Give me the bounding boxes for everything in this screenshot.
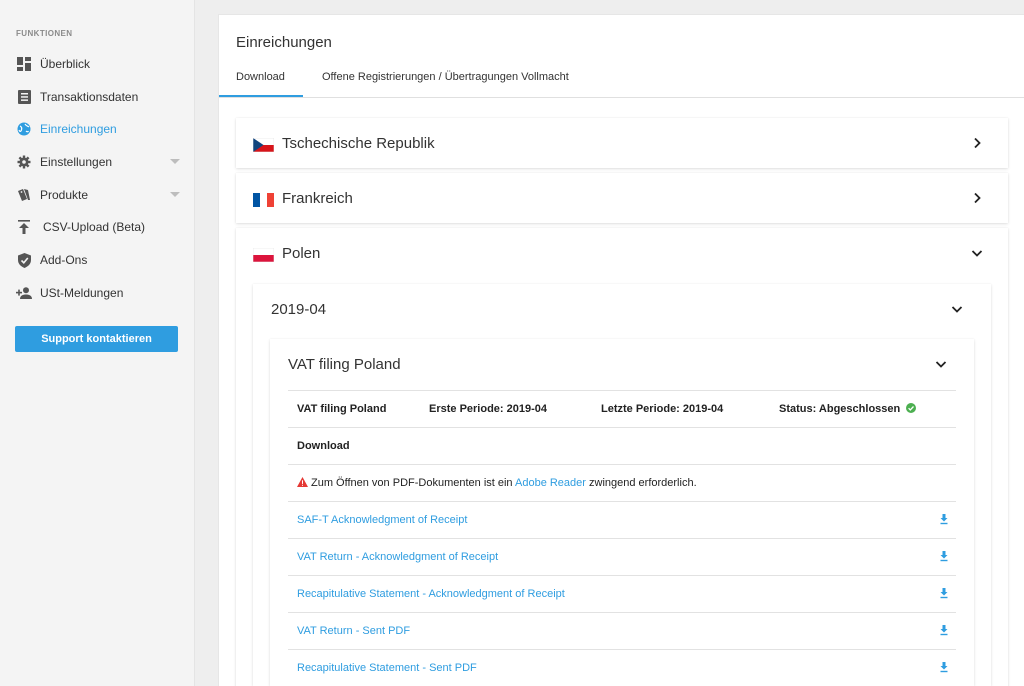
notice-text-after: zwingend erforderlich. [585,477,697,489]
country-name: Polen [282,245,321,262]
sidebar-item-label: Überblick [40,57,91,71]
download-icon[interactable] [938,623,950,636]
sidebar-item-overview[interactable]: Überblick [0,50,195,78]
globe-icon [16,121,32,137]
chevron-down-icon[interactable] [950,302,964,316]
add-person-icon [16,285,32,301]
sidebar-item-products[interactable]: Produkte [0,181,195,209]
sidebar-item-csv-upload[interactable]: CSV-Upload (Beta) [0,213,195,241]
period-header[interactable]: 2019-04 [253,284,991,334]
period-panel: 2019-04 VAT filing Poland VAT filing Pol… [253,284,991,686]
sidebar-item-filings[interactable]: Einreichungen [0,115,195,143]
sidebar-heading: FUNKTIONEN [16,29,73,38]
check-circle-icon [906,403,917,413]
sidebar-item-transactions[interactable]: Transaktionsdaten [0,83,195,111]
sidebar-item-label: CSV-Upload (Beta) [43,220,146,234]
chevron-down-icon[interactable] [934,357,948,371]
country-panel-france: Frankreich [236,173,1008,223]
country-name: Tschechische Republik [282,135,435,152]
gear-icon [16,154,32,170]
document-row: VAT Return - Sent PDF [288,612,956,649]
filing-header[interactable]: VAT filing Poland [270,339,974,389]
country-header[interactable]: Frankreich [236,173,1008,223]
chevron-down-icon[interactable] [970,246,984,260]
sidebar-item-label: Einstellungen [40,155,113,169]
shield-icon [16,252,32,268]
document-row: Recapitulative Statement - Acknowledgmen… [288,575,956,612]
main-content: Einreichungen Download Offene Registrier… [218,14,1024,686]
tab-open-registrations[interactable]: Offene Registrierungen / Übertragungen V… [322,71,569,83]
upload-icon [16,219,32,235]
period-title: 2019-04 [271,301,327,318]
download-heading: Download [297,440,350,452]
sidebar-item-label: USt-Meldungen [40,286,124,300]
tab-download[interactable]: Download [236,71,285,83]
download-icon[interactable] [938,586,950,599]
filing-panel: VAT filing Poland VAT filing Poland Erst… [270,339,974,686]
polish-flag-icon [253,248,274,262]
warning-icon [297,477,308,487]
chevron-down-icon[interactable] [170,192,180,197]
support-button[interactable]: Support kontaktieren [15,326,178,352]
sidebar-item-settings[interactable]: Einstellungen [0,148,195,176]
filing-title: VAT filing Poland [288,356,401,373]
tabs-divider [219,97,1024,98]
sidebar-item-addons[interactable]: Add-Ons [0,246,195,274]
filing-summary-row: VAT filing Poland Erste Periode: 2019-04… [288,390,956,427]
chevron-right-icon[interactable] [970,191,984,205]
adobe-reader-link[interactable]: Adobe Reader [515,477,586,489]
czech-flag-icon [253,138,274,152]
pdf-notice-row: Zum Öffnen von PDF-Dokumenten ist ein Ad… [288,464,956,501]
document-row: Recapitulative Statement - Sent PDF [288,649,956,686]
sidebar-item-vat-reports[interactable]: USt-Meldungen [0,279,195,307]
status-badge: Status: Abgeschlossen [779,403,917,415]
last-period: Letzte Periode: 2019-04 [601,403,724,415]
download-heading-row: Download [288,427,956,464]
list-icon [16,89,32,105]
document-row: VAT Return - Acknowledgment of Receipt [288,538,956,575]
country-panel-czech-republic: Tschechische Republik [236,118,1008,168]
document-row: SAF-T Acknowledgment of Receipt [288,501,956,538]
pdf-notice: Zum Öffnen von PDF-Dokumenten ist ein Ad… [297,477,697,489]
country-name: Frankreich [282,190,353,207]
download-icon[interactable] [938,512,950,525]
filing-name: VAT filing Poland [297,403,387,415]
country-header[interactable]: Polen [236,228,1008,278]
first-period: Erste Periode: 2019-04 [429,403,548,415]
chevron-down-icon[interactable] [170,159,180,164]
sidebar-item-label: Einreichungen [40,122,117,136]
country-panel-poland: Polen 2019-04 VAT filing Poland VAT fili… [236,228,1008,686]
tags-icon [16,187,32,203]
dashboard-icon [16,56,32,72]
document-link[interactable]: VAT Return - Sent PDF [297,625,410,637]
page-title: Einreichungen [236,34,332,51]
sidebar-item-label: Transaktionsdaten [40,90,139,104]
download-icon[interactable] [938,660,950,673]
document-link[interactable]: Recapitulative Statement - Sent PDF [297,662,477,674]
sidebar: FUNKTIONEN Überblick Transaktionsdaten E… [0,0,195,686]
document-link[interactable]: SAF-T Acknowledgment of Receipt [297,514,467,526]
document-link[interactable]: Recapitulative Statement - Acknowledgmen… [297,588,565,600]
sidebar-item-label: Add-Ons [40,253,88,267]
sidebar-item-label: Produkte [40,188,89,202]
country-header[interactable]: Tschechische Republik [236,118,1008,168]
chevron-right-icon[interactable] [970,136,984,150]
notice-text-before: Zum Öffnen von PDF-Dokumenten ist ein [311,477,515,489]
french-flag-icon [253,193,274,207]
document-link[interactable]: VAT Return - Acknowledgment of Receipt [297,551,498,563]
status-text: Status: Abgeschlossen [779,403,901,415]
download-icon[interactable] [938,549,950,562]
